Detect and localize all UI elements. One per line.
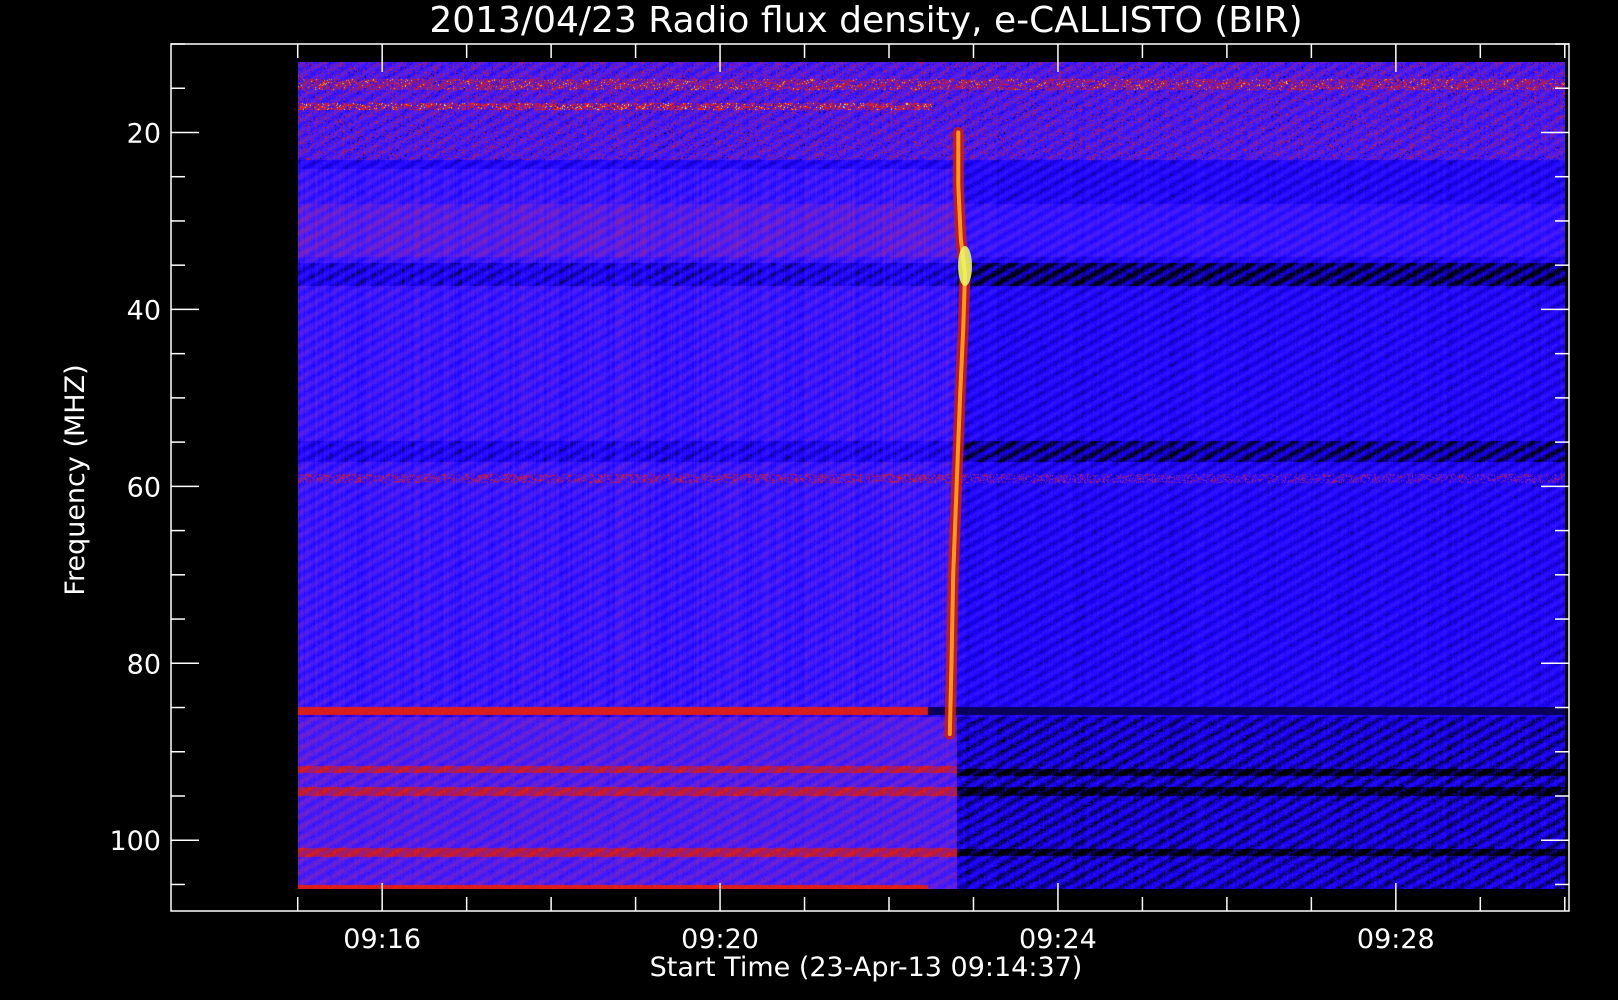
burst-peak bbox=[958, 246, 973, 287]
chart-title: 2013/04/23 Radio flux density, e-CALLIST… bbox=[429, 0, 1302, 41]
y-tick-label: 80 bbox=[127, 649, 161, 680]
x-tick-label: 09:28 bbox=[1357, 924, 1435, 955]
x-axis-label: Start Time (23-Apr-13 09:14:37) bbox=[650, 952, 1083, 983]
spectrogram-chart: 09:16 09:20 09:24 09:28 20 40 60 80 100 2013/04/… bbox=[0, 0, 1618, 1000]
y-axis-label: Frequency (MHZ) bbox=[60, 364, 91, 595]
x-tick-label: 09:24 bbox=[1019, 924, 1097, 955]
y-tick-label: 100 bbox=[109, 826, 161, 857]
x-tick-label: 09:16 bbox=[343, 924, 421, 955]
y-tick-label: 40 bbox=[127, 295, 161, 326]
y-tick-label: 20 bbox=[127, 118, 161, 149]
x-tick-label: 09:20 bbox=[681, 924, 759, 955]
spectrogram-heatmap bbox=[298, 62, 1565, 889]
y-tick-label: 60 bbox=[127, 472, 161, 503]
